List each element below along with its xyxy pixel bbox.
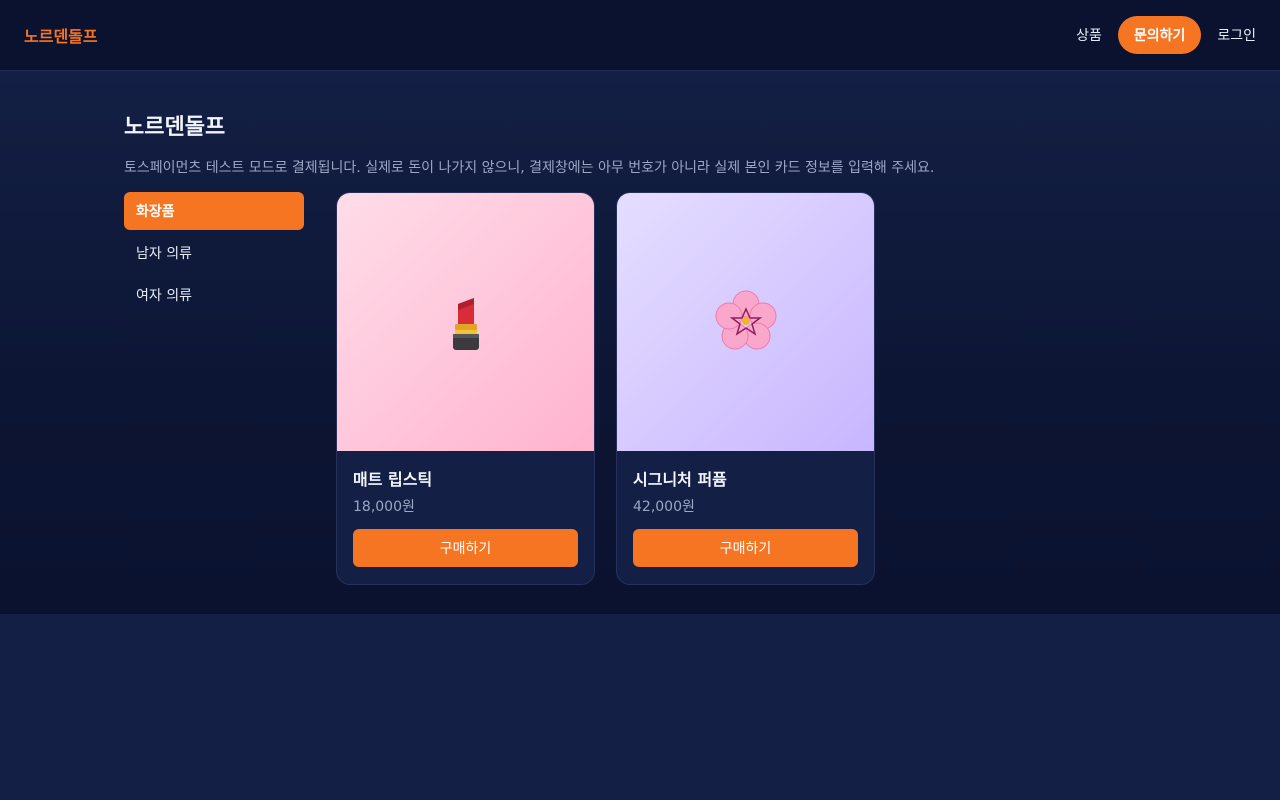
buy-button[interactable]: 구매하기 (353, 529, 578, 567)
top-nav: 상품 문의하기 로그인 (1076, 16, 1256, 54)
nav-contact-button[interactable]: 문의하기 (1117, 16, 1202, 54)
product-card: 시그니처 퍼퓸 42,000원 구매하기 (616, 192, 875, 585)
main-content: 노르덴돌프 토스페이먼츠 테스트 모드로 결제됩니다. 실제로 돈이 나가지 않… (0, 71, 1280, 614)
top-header: 노르덴돌프 상품 문의하기 로그인 (0, 0, 1280, 71)
category-item-women-clothing[interactable]: 여자 의류 (124, 276, 304, 314)
category-item-cosmetics[interactable]: 화장품 (124, 192, 304, 230)
category-item-men-clothing[interactable]: 남자 의류 (124, 234, 304, 272)
product-card: 매트 립스틱 18,000원 구매하기 (336, 192, 595, 585)
product-grid: 매트 립스틱 18,000원 구매하기 시그니처 퍼퓸 42,000원 구매하기 (336, 192, 875, 585)
product-info: 매트 립스틱 18,000원 구매하기 (337, 451, 594, 583)
product-image[interactable] (337, 193, 594, 451)
product-name: 시그니처 퍼퓸 (633, 470, 727, 489)
product-info: 시그니처 퍼퓸 42,000원 구매하기 (617, 451, 874, 583)
category-sidebar: 화장품 남자 의류 여자 의류 (124, 192, 304, 585)
buy-button[interactable]: 구매하기 (633, 529, 858, 567)
product-name: 매트 립스틱 (353, 470, 433, 489)
product-price: 42,000원 (633, 499, 695, 515)
flower-icon (715, 290, 776, 350)
product-image[interactable] (617, 193, 874, 451)
payment-notice: 토스페이먼츠 테스트 모드로 결제됩니다. 실제로 돈이 나가지 않으니, 결제… (124, 160, 935, 176)
page-title: 노르덴돌프 (124, 115, 226, 140)
lipstick-icon (452, 298, 479, 350)
shop-content: 화장품 남자 의류 여자 의류 매트 립스틱 18,000원 구매하기 시그니처… (124, 192, 1156, 585)
page-footer-area (0, 614, 1280, 800)
product-price: 18,000원 (353, 499, 415, 515)
logo[interactable]: 노르덴돌프 (24, 23, 98, 47)
nav-login-link[interactable]: 로그인 (1217, 25, 1256, 45)
nav-products-link[interactable]: 상품 (1076, 25, 1102, 45)
